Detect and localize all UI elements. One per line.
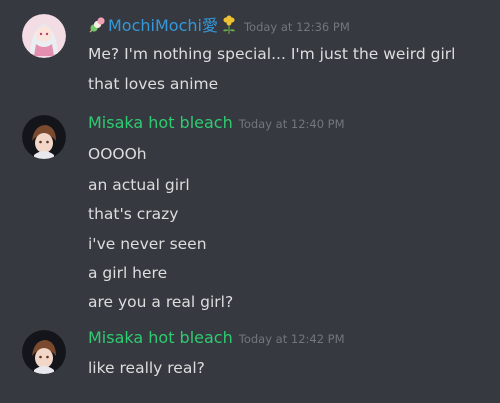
avatar[interactable] [22,115,66,159]
flower-icon [220,15,238,39]
username[interactable]: MochiMochi愛 [108,16,218,35]
message-text: OOOOh [88,145,147,163]
message-text: like really real? [88,359,205,377]
message-header: Misaka hot bleach Today at 12:42 PM [88,328,345,347]
anime-character-avatar-icon [22,115,66,159]
dango-icon [88,16,108,38]
anime-character-avatar-icon [22,330,66,374]
message-text: Me? I'm nothing special... I'm just the … [88,45,456,63]
message-text: i've never seen [88,235,207,253]
message-text: that's crazy [88,205,179,223]
timestamp: Today at 12:42 PM [238,332,345,346]
avatar[interactable] [22,14,66,58]
message-header: MochiMochi愛 Today at 12:36 PM [88,12,350,39]
timestamp: Today at 12:36 PM [243,20,350,34]
anime-girl-avatar-icon [22,14,66,58]
username[interactable]: Misaka hot bleach [88,113,233,132]
timestamp: Today at 12:40 PM [238,117,345,131]
avatar[interactable] [22,330,66,374]
message-text: a girl here [88,264,168,282]
message-text: are you a real girl? [88,293,234,311]
username[interactable]: Misaka hot bleach [88,328,233,347]
message-text: that loves anime [88,75,219,93]
message-header: Misaka hot bleach Today at 12:40 PM [88,113,345,132]
message-text: an actual girl [88,176,190,194]
